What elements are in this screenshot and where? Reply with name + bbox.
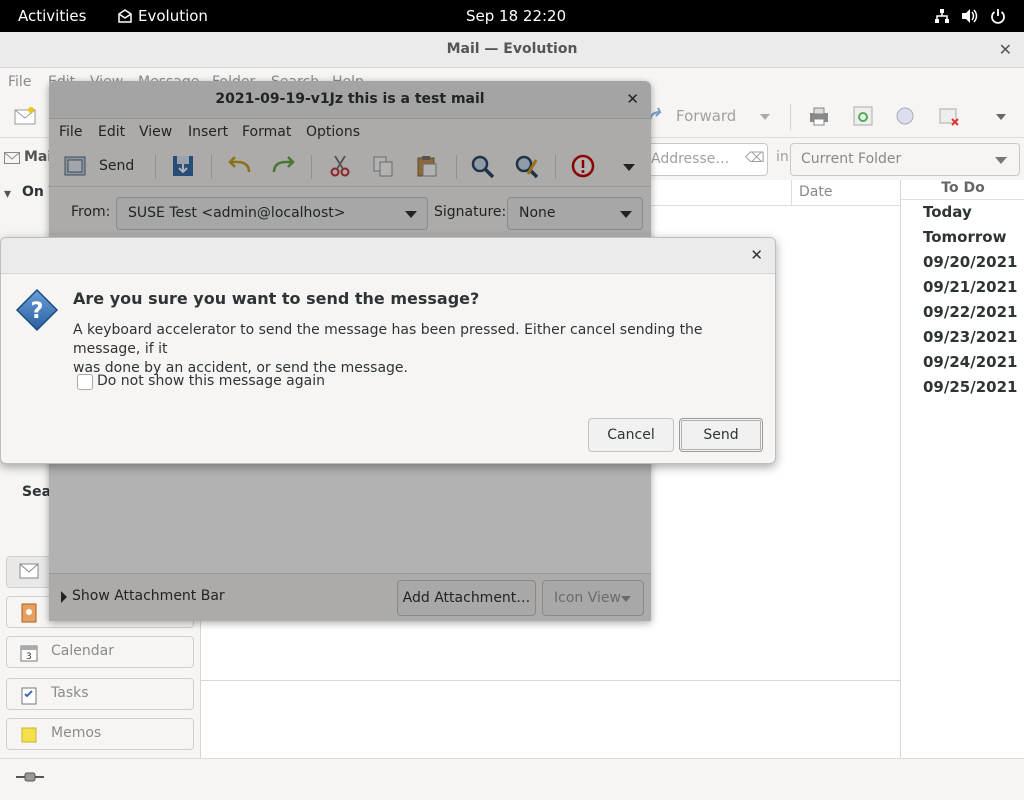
toolbar-overflow-icon[interactable] — [996, 114, 1006, 120]
app-menu-icon — [117, 8, 133, 28]
switcher-calendar-label: Calendar — [51, 643, 114, 659]
network-icon[interactable] — [934, 8, 950, 28]
clear-search-icon[interactable]: ⌫ — [745, 150, 765, 166]
cancel-button[interactable]: Cancel — [588, 418, 674, 452]
volume-icon[interactable] — [961, 8, 979, 28]
todo-item[interactable]: 09/24/2021 — [923, 350, 1017, 375]
status-bar — [0, 758, 1024, 800]
junk-icon[interactable] — [894, 105, 916, 131]
switcher-tasks-label: Tasks — [51, 685, 89, 701]
todo-list: Today Tomorrow 09/20/2021 09/21/2021 09/… — [923, 200, 1017, 400]
column-date[interactable]: Date — [799, 184, 832, 200]
toolbar-separator — [790, 104, 791, 130]
todo-item[interactable]: Tomorrow — [923, 225, 1017, 250]
mail-icon — [19, 563, 39, 581]
column-separator — [791, 180, 792, 206]
switcher-tasks[interactable]: Tasks — [6, 678, 194, 710]
dialog-message-line: A keyboard accelerator to send the messa… — [73, 322, 703, 357]
dialog-title: Are you sure you want to send the messag… — [73, 289, 480, 308]
main-window-close-icon[interactable]: ✕ — [999, 32, 1012, 67]
forward-button[interactable]: Forward — [676, 107, 736, 125]
contacts-icon — [19, 603, 39, 623]
calendar-icon: 3 — [19, 643, 39, 662]
expander-icon[interactable]: ▾ — [4, 186, 11, 202]
offline-status-icon[interactable] — [16, 771, 44, 787]
activities-button[interactable]: Activities — [18, 7, 86, 25]
tasks-icon — [19, 685, 39, 705]
do-not-show-checkbox[interactable] — [77, 374, 93, 390]
switcher-memos[interactable]: Memos — [6, 718, 194, 750]
print-icon[interactable] — [808, 106, 830, 130]
forward-dropdown-icon[interactable] — [760, 114, 770, 120]
switcher-memos-label: Memos — [51, 725, 102, 741]
todo-item[interactable]: Today — [923, 200, 1017, 225]
search-placeholder: Addresse… — [651, 151, 730, 167]
search-in-label: in — [776, 149, 789, 165]
archive-icon[interactable] — [852, 105, 874, 131]
dialog-close-icon[interactable]: ✕ — [750, 246, 763, 264]
todo-item[interactable]: 09/22/2021 — [923, 300, 1017, 325]
todo-header: To Do — [901, 180, 1024, 200]
do-not-show-label[interactable]: Do not show this message again — [97, 373, 325, 389]
main-window-title: Mail — Evolution — [0, 32, 1024, 68]
dialog-message: A keyboard accelerator to send the messa… — [73, 321, 753, 378]
app-menu-label[interactable]: Evolution — [138, 7, 208, 25]
power-icon[interactable] — [990, 8, 1006, 28]
todo-bar: To Do Today Tomorrow 09/20/2021 09/21/20… — [900, 180, 1024, 758]
svg-text:3: 3 — [26, 652, 32, 662]
send-button[interactable]: Send — [679, 418, 763, 452]
switcher-calendar[interactable]: 3 Calendar — [6, 636, 194, 668]
todo-item[interactable]: 09/21/2021 — [923, 275, 1017, 300]
todo-item[interactable]: 09/20/2021 — [923, 250, 1017, 275]
sidebar-title-partial: Mai — [24, 149, 53, 165]
chevron-down-icon — [995, 157, 1007, 164]
new-mail-icon[interactable] — [14, 106, 36, 130]
clock[interactable]: Sep 18 22:20 — [466, 7, 566, 25]
memos-icon — [19, 725, 39, 743]
todo-item[interactable]: 09/23/2021 — [923, 325, 1017, 350]
svg-text:?: ? — [31, 299, 44, 324]
menu-file[interactable]: File — [8, 74, 31, 90]
top-bar: Activities Evolution Sep 18 22:20 — [0, 0, 1024, 32]
preview-pane — [200, 680, 900, 758]
mail-icon — [4, 152, 20, 168]
send-confirmation-dialog: ✕ ? Are you sure you want to send the me… — [0, 237, 776, 464]
search-scope-value: Current Folder — [801, 151, 902, 167]
delete-icon[interactable] — [938, 105, 960, 131]
dialog-header — [1, 238, 775, 274]
todo-item[interactable]: 09/25/2021 — [923, 375, 1017, 400]
question-icon: ? — [15, 288, 59, 332]
search-scope-select[interactable]: Current Folder — [790, 143, 1020, 176]
